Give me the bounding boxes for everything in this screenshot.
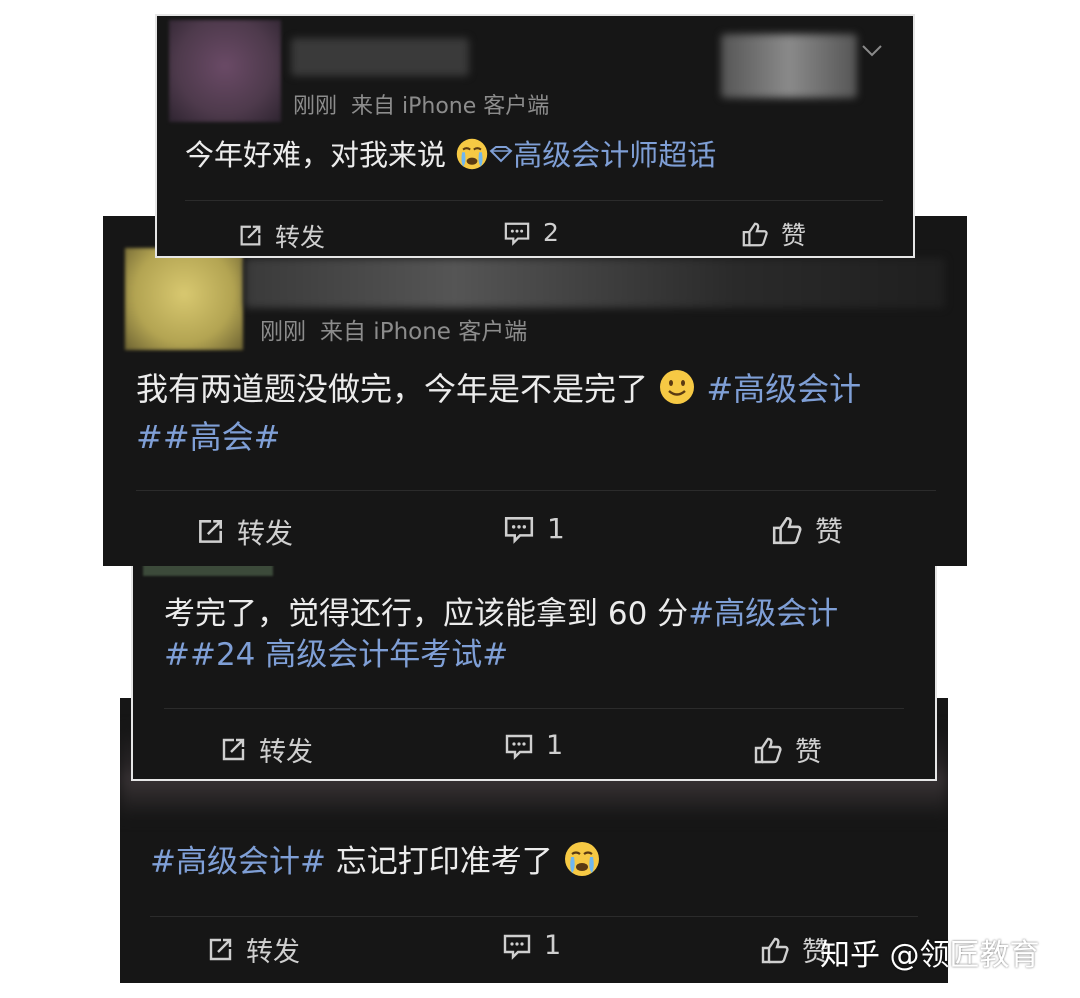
thumbs-up-icon [754, 737, 782, 763]
crying-face-emoji [455, 137, 489, 180]
chevron-down-icon[interactable] [860, 42, 884, 62]
topic-link[interactable]: #高级会计 [706, 370, 861, 408]
post-card-1: 刚刚 来自 iPhone 客户端 今年好难，对我来说 高级会计师超话 转发 2 赞 [155, 14, 915, 258]
divider [150, 916, 918, 917]
comment-button[interactable]: 1 [502, 930, 561, 961]
repost-icon [199, 520, 222, 543]
like-button[interactable]: 赞 [760, 930, 829, 969]
like-button[interactable]: 赞 [753, 730, 822, 769]
username-blurred [291, 38, 469, 76]
topic-link[interactable]: ##高会# [136, 418, 280, 456]
comment-button[interactable]: 2 [503, 218, 559, 247]
thumbs-up-icon [772, 516, 802, 545]
post-content: 今年好难，对我来说 高级会计师超话 [185, 136, 716, 180]
like-button[interactable]: 赞 [741, 216, 806, 252]
divider [136, 490, 936, 491]
repost-button[interactable]: 转发 [206, 930, 300, 969]
post-card-3: 考完了，觉得还行，应该能拿到 60 分#高级会计 ##24 高级会计年考试# 转… [131, 562, 937, 781]
comment-icon [505, 734, 533, 760]
post-content: 考完了，觉得还行，应该能拿到 60 分#高级会计 ##24 高级会计年考试# [164, 596, 839, 673]
super-topic-link[interactable]: 高级会计师超话 [489, 138, 716, 172]
divider [185, 200, 883, 201]
like-button[interactable]: 赞 [771, 510, 843, 550]
post-content: 我有两道题没做完，今年是不是完了 #高级会计 ##高会# [136, 368, 862, 457]
repost-icon [240, 225, 261, 246]
comment-button[interactable]: 1 [503, 512, 565, 545]
diamond-icon [489, 146, 513, 163]
topic-link[interactable]: #高级会计# [150, 844, 326, 880]
post-content: #高级会计# 忘记打印准考了 [150, 840, 601, 889]
avatar [125, 248, 243, 350]
avatar [169, 20, 281, 122]
post-meta: 刚刚 来自 iPhone 客户端 [293, 94, 550, 119]
repost-button[interactable]: 转发 [195, 512, 293, 552]
post-card-2: 刚刚 来自 iPhone 客户端 我有两道题没做完，今年是不是完了 #高级会计 #… [103, 216, 967, 566]
comment-icon [504, 222, 530, 246]
divider [164, 708, 904, 709]
comment-icon [503, 934, 531, 960]
post-meta: 刚刚 来自 iPhone 客户端 [260, 319, 528, 345]
repost-icon [222, 738, 245, 760]
smiling-face-emoji [658, 368, 696, 416]
topic-link[interactable]: ##24 高级会计年考试# [164, 637, 508, 673]
comment-button[interactable]: 1 [504, 730, 563, 761]
thumbs-up-icon [742, 222, 768, 247]
repost-icon [209, 938, 232, 960]
repost-button[interactable]: 转发 [219, 730, 313, 769]
thumbs-up-icon [761, 937, 789, 963]
watermark: 知乎 @领匠教育 [820, 938, 1040, 973]
comment-icon [504, 516, 534, 544]
topic-link[interactable]: #高级会计 [688, 596, 838, 632]
repost-button[interactable]: 转发 [237, 218, 325, 254]
username-blurred [245, 258, 945, 308]
follow-button-blurred[interactable] [721, 34, 857, 98]
crying-face-emoji [563, 840, 601, 889]
